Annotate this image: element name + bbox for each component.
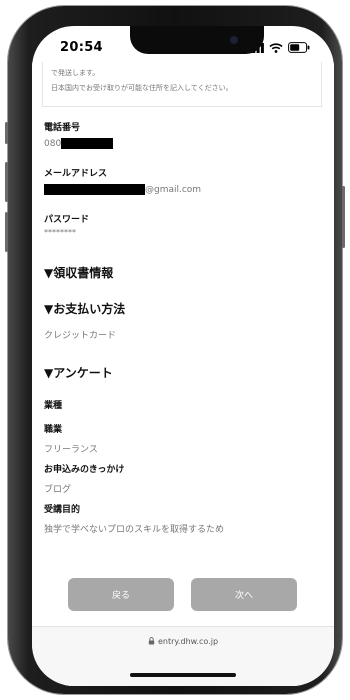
next-button[interactable]: 次へ	[191, 578, 297, 611]
email-value: @gmail.com	[44, 184, 201, 195]
volume-down-button	[5, 212, 8, 252]
page-content: で発送します。 日本国内でお受け取りが可能な住所を記入してください。 電話番号 …	[32, 62, 334, 640]
phone-prefix: 080	[44, 139, 62, 149]
battery-icon	[288, 42, 310, 53]
url-display[interactable]: entry.dhw.co.jp	[32, 637, 334, 646]
payment-section-title[interactable]: ▼お支払い方法	[44, 300, 125, 317]
wifi-icon	[269, 42, 283, 53]
phone-frame: 20:54 で発送します。 日本国内でお受け取りが可能な住所を記入してください。…	[5, 6, 345, 694]
redaction-bar	[44, 184, 145, 195]
password-label: パスワード	[44, 215, 90, 225]
volume-up-button	[5, 162, 8, 202]
trigger-label: お申込みのきっかけ	[44, 465, 125, 475]
receipt-section-title[interactable]: ▼領収書情報	[44, 264, 113, 281]
browser-url-bar[interactable]: entry.dhw.co.jp	[32, 626, 334, 686]
notch	[130, 26, 264, 54]
power-button	[342, 186, 345, 248]
url-text: entry.dhw.co.jp	[157, 637, 219, 646]
purpose-label: 受講目的	[44, 505, 81, 515]
home-indicator[interactable]	[130, 673, 236, 677]
trigger-value: ブログ	[44, 485, 72, 495]
occupation-label: 職業	[44, 425, 63, 435]
occupation-value: フリーランス	[44, 445, 98, 455]
camera	[230, 36, 238, 44]
payment-method-value: クレジットカード	[44, 331, 117, 341]
industry-label: 業種	[44, 401, 63, 411]
survey-section-title[interactable]: ▼アンケート	[44, 364, 113, 381]
email-suffix: @gmail.com	[145, 185, 202, 195]
password-value: ********	[44, 228, 76, 237]
silent-switch	[5, 122, 8, 144]
back-button[interactable]: 戻る	[68, 578, 174, 611]
redaction-bar	[61, 138, 114, 149]
phone-screen: 20:54 で発送します。 日本国内でお受け取りが可能な住所を記入してください。…	[32, 26, 334, 686]
phone-value: 080	[44, 138, 114, 149]
email-label: メールアドレス	[44, 169, 108, 179]
notice-line-2: 日本国内でお受け取りが可能な住所を記入してください。	[51, 84, 233, 92]
lock-icon	[148, 637, 155, 645]
phone-label: 電話番号	[44, 123, 81, 133]
purpose-value: 独学で学べないプロのスキルを取得するため	[44, 525, 225, 535]
status-time: 20:54	[60, 40, 103, 55]
